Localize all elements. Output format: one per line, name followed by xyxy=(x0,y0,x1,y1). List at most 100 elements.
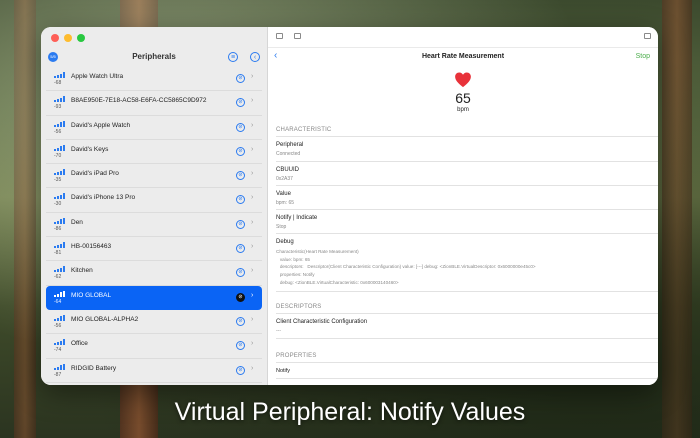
cell-subtitle: bpm: 65 xyxy=(276,200,295,206)
compass-icon[interactable]: ⊘ xyxy=(236,195,245,205)
compass-icon[interactable]: ⊘ xyxy=(236,244,245,254)
compass-icon[interactable]: ⊘ xyxy=(236,146,245,156)
descriptor-cell[interactable]: Client Characteristic Configuration --- xyxy=(276,313,658,339)
peripheral-cell: Peripheral Connected xyxy=(276,136,658,161)
compass-icon[interactable]: ⊘ xyxy=(236,292,245,302)
compass-icon[interactable]: ⊘ xyxy=(236,341,245,351)
cell-title: Notify | Indicate xyxy=(276,215,318,221)
filter-icon[interactable]: ≡ xyxy=(228,52,238,62)
property-value: Notify xyxy=(276,368,291,374)
stop-button[interactable]: Stop xyxy=(636,53,650,60)
minimize-window-button[interactable] xyxy=(64,34,72,42)
chevron-right-icon[interactable]: › xyxy=(251,194,253,201)
cell-title: Client Characteristic Configuration xyxy=(276,319,368,325)
rssi-value: -93 xyxy=(54,104,62,111)
chevron-right-icon[interactable]: › xyxy=(251,243,253,250)
sidebar-toggle-icon[interactable] xyxy=(276,33,283,39)
cell-title: Peripheral xyxy=(276,142,304,148)
signal-strength-icon xyxy=(54,314,66,321)
peripheral-row[interactable]: -93 B8AE950E-7E18-AC58-E6FA-CC5865C9D972 ⊘… xyxy=(46,91,262,116)
peripheral-name: RIDGID Battery xyxy=(71,364,117,372)
bpm-value: 65 xyxy=(455,90,471,106)
peripheral-row[interactable]: -70 David's Keys ⊘ › xyxy=(46,140,262,165)
cell-subtitle: --- xyxy=(276,328,281,334)
signal-strength-icon xyxy=(54,96,66,103)
value-cell: Value bpm: 65 xyxy=(276,185,658,210)
peripheral-row[interactable]: -87 RIDGID Battery ⊘ › xyxy=(46,359,262,383)
page-title: Heart Rate Measurement xyxy=(421,53,505,60)
rssi-value: -64 xyxy=(54,298,62,305)
peripheral-name: David's Keys xyxy=(71,145,109,153)
rssi-value: -87 xyxy=(54,371,62,378)
properties-section-header: PROPERTIES xyxy=(276,353,317,359)
peripheral-row[interactable]: -81 HB-00156463 ⊘ › xyxy=(46,237,262,262)
peripheral-name: B8AE950E-7E18-AC58-E6FA-CC5865C9D972 xyxy=(71,97,207,105)
peripheral-row[interactable]: -74 Office ⊘ › xyxy=(46,334,262,359)
rssi-value: -86 xyxy=(54,225,62,232)
rssi-value: -56 xyxy=(54,128,62,135)
chevron-right-icon[interactable]: › xyxy=(251,97,253,104)
peripheral-name: Den xyxy=(71,218,83,226)
share-icon[interactable] xyxy=(644,33,651,39)
peripheral-name: David's iPad Pro xyxy=(71,170,119,178)
peripheral-row[interactable]: -68 Apple Watch Ultra ⊘ › xyxy=(46,67,262,92)
chevron-right-icon[interactable]: › xyxy=(251,267,253,274)
peripheral-row[interactable]: -56 MIO GLOBAL-ALPHA2 ⊘ › xyxy=(46,310,262,335)
chevron-right-icon[interactable]: › xyxy=(251,316,253,323)
peripheral-row[interactable]: -93SANDE⊘› xyxy=(46,383,262,385)
peripheral-name: David's Apple Watch xyxy=(71,121,131,129)
chevron-right-icon[interactable]: › xyxy=(251,365,253,372)
sidebar: 5/5 Peripherals ≡ ‹ -68 Apple Watch Ultra… xyxy=(41,27,268,385)
bpm-unit: bpm xyxy=(457,107,469,113)
chevron-right-icon[interactable]: › xyxy=(251,122,253,129)
cell-title: Debug xyxy=(276,239,294,245)
compass-icon[interactable]: ⊘ xyxy=(236,268,245,278)
zoom-window-button[interactable] xyxy=(77,34,85,42)
signal-strength-icon xyxy=(54,363,66,370)
compass-icon[interactable]: ⊘ xyxy=(236,98,245,108)
peripheral-row[interactable]: -62 Kitchen ⊘ › xyxy=(46,261,262,286)
notify-cell[interactable]: Notify | Indicate Stop xyxy=(276,209,658,234)
detail-pane: ‹ Heart Rate Measurement Stop 65 bpm CHA… xyxy=(268,27,658,385)
cell-subtitle: 0x2A37 xyxy=(276,176,293,182)
signal-strength-icon xyxy=(54,144,66,151)
peripheral-row[interactable]: -56 David's Apple Watch ⊘ › xyxy=(46,116,262,140)
export-icon[interactable] xyxy=(294,33,301,39)
peripheral-row[interactable]: -86 Den ⊘ › xyxy=(46,213,262,238)
cell-title: Value xyxy=(276,191,291,197)
compass-icon[interactable]: ⊘ xyxy=(236,171,245,181)
compass-icon[interactable]: ⊘ xyxy=(236,219,245,229)
property-cell: Notify xyxy=(276,362,658,379)
peripheral-name: MIO GLOBAL xyxy=(71,291,112,299)
rssi-value: -30 xyxy=(54,201,62,208)
compass-icon[interactable]: ⊘ xyxy=(236,74,245,83)
chevron-right-icon[interactable]: › xyxy=(251,146,253,153)
cell-title: CBUUID xyxy=(276,167,300,173)
chevron-right-icon[interactable]: › xyxy=(251,219,253,226)
peripheral-list: -68 Apple Watch Ultra ⊘ › -93 B8AE950E-7E18-A… xyxy=(46,67,262,385)
compass-icon[interactable]: ⊘ xyxy=(236,365,245,375)
chevron-right-icon[interactable]: › xyxy=(251,73,253,80)
chevron-right-icon[interactable]: › xyxy=(251,170,253,177)
chevron-right-icon[interactable]: › xyxy=(251,292,253,299)
signal-strength-icon xyxy=(54,169,66,176)
signal-strength-icon xyxy=(54,339,66,346)
characteristic-section-header: CHARACTERISTIC xyxy=(276,127,332,133)
compass-icon[interactable]: ⊘ xyxy=(236,122,245,132)
peripheral-row[interactable]: -35 David's iPad Pro ⊘ › xyxy=(46,164,262,189)
rssi-value: -68 xyxy=(54,80,62,86)
debug-cell: Debug Characteristic(Heart Rate Measurem… xyxy=(276,233,658,292)
close-window-button[interactable] xyxy=(51,34,59,42)
divider xyxy=(276,291,658,292)
sidebar-header: 5/5 Peripherals ≡ ‹ xyxy=(41,49,267,67)
peripheral-row[interactable]: -30 David's iPhone 13 Pro ⊘ › xyxy=(46,188,262,213)
signal-strength-icon xyxy=(54,120,66,127)
compass-icon[interactable]: ⊘ xyxy=(236,316,245,326)
nav-bar: ‹ Heart Rate Measurement Stop xyxy=(268,47,658,67)
rssi-value: -81 xyxy=(54,250,62,257)
chevron-right-icon[interactable]: › xyxy=(251,340,253,347)
heart-icon xyxy=(455,72,471,88)
collapse-sidebar-icon[interactable]: ‹ xyxy=(250,52,260,62)
cell-subtitle: Stop xyxy=(276,224,287,230)
peripheral-row[interactable]: -64 MIO GLOBAL ⊘ › xyxy=(46,285,262,310)
